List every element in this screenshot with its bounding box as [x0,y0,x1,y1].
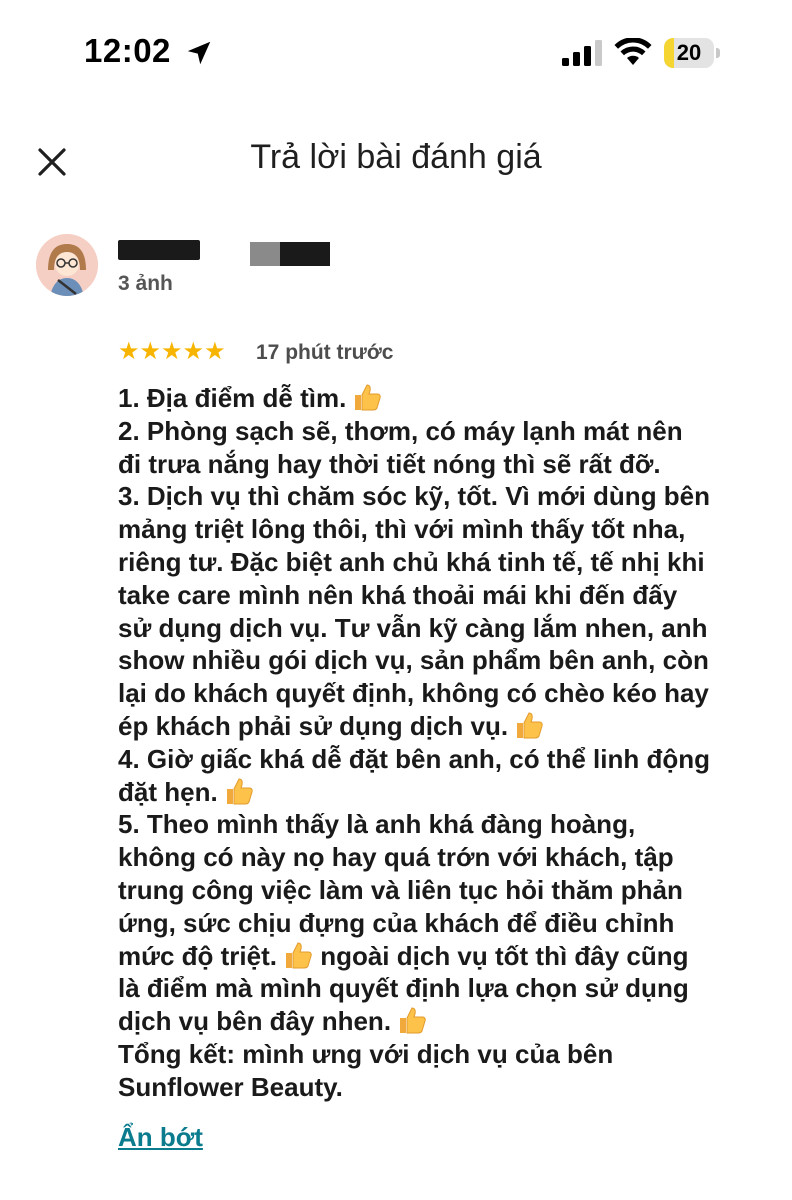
review-line: đặt hẹn. [118,776,768,809]
redaction-block [118,240,200,260]
redaction-block [280,242,330,266]
thumbs-up-icon [517,712,543,739]
photo-count: 3 ảnh [118,272,173,295]
review-line: 3. Dịch vụ thì chăm sóc kỹ, tốt. Vì mới … [118,481,711,512]
review-line: 5. Theo mình thấy là anh khá đàng hoàng, [118,809,636,840]
redaction-block [250,242,280,266]
review-line: 1. Địa điểm dễ tìm. [118,382,768,415]
battery-cap [716,48,720,58]
review-line: không có này nọ hay quá trớn với khách, … [118,842,674,873]
review-line-text: mức độ triệt. [118,940,277,971]
page-title: Trả lời bài đánh giá [250,138,542,176]
status-bar: 12:02 20 [0,0,792,100]
review-line: sử dụng dịch vụ. Tư vẫn kỹ càng lắm nhen… [118,612,708,643]
review-line: lại do khách quyết định, không có chèo k… [118,678,709,709]
battery-icon: 20 [664,38,722,68]
battery-percent: 20 [676,40,702,65]
review-line: riêng tư. Đặc biệt anh chủ khá tinh tế, … [118,546,705,577]
wifi-icon [614,38,652,65]
review-line: 4. Giờ giấc khá dễ đặt bên anh, có thể l… [118,743,710,774]
thumbs-up-icon [400,1007,426,1034]
review-line: ép khách phải sử dụng dịch vụ. [118,710,768,743]
review-text: 1. Địa điểm dễ tìm. 2. Phòng sạch sẽ, th… [118,382,768,1104]
review-line: ứng, sức chịu đựng của khách để điều chỉ… [118,907,675,938]
location-arrow-icon [187,41,211,65]
review-line-text: ngoài dịch vụ tốt thì đây cũng [320,940,689,971]
review-line: là điểm mà mình quyết định lựa chọn sử d… [118,973,689,1004]
thumbs-up-icon [285,942,312,969]
review-line: đi trưa nắng hay thời tiết nóng thì sẽ r… [118,448,661,479]
review-time: 17 phút trước [256,341,394,364]
review-line: mảng triệt lông thôi, thì với mình thấy … [118,514,686,545]
review-line-text: dịch vụ bên đây nhen. [118,1006,392,1037]
review-line: 2. Phòng sạch sẽ, thơm, có máy lạnh mát … [118,415,683,446]
avatar[interactable] [36,234,98,296]
thumbs-up-icon [226,778,253,805]
review-line: mức độ triệt. ngoài dịch vụ tốt thì đây … [118,940,768,973]
thumbs-up-icon [355,384,382,411]
review-line: show nhiều gói dịch vụ, sản phẩm bên anh… [118,645,709,676]
review-line-text: đặt hẹn. [118,776,218,807]
review-line-text: ép khách phải sử dụng dịch vụ. [118,710,509,741]
review-line: Sunflower Beauty. [118,1071,343,1102]
review-line: Tổng kết: mình ưng với dịch vụ của bên [118,1038,614,1069]
star-rating: ★★★★★ [118,338,226,365]
header: Trả lời bài đánh giá [0,120,792,200]
avatar-illustration [36,234,98,296]
review-line: take care mình nên khá thoải mái khi đến… [118,579,678,610]
review-line-text: 1. Địa điểm dễ tìm. [118,383,347,413]
status-time: 12:02 [84,32,171,69]
collapse-link[interactable]: Ẩn bớt [118,1122,203,1153]
review-line: dịch vụ bên đây nhen. [118,1005,768,1038]
review-line: trung công việc làm và liên tục hỏi thăm… [118,874,683,905]
cellular-signal-icon [562,40,602,66]
reviewer-info: 3 ảnh [36,234,756,304]
